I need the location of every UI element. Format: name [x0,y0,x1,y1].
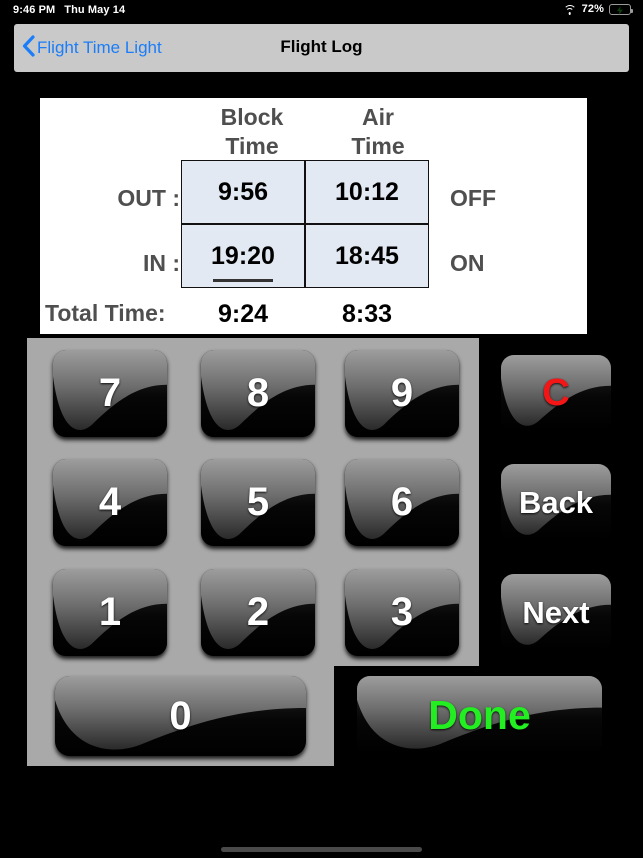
side-label-off: OFF [450,185,496,211]
cell-in-block-time-value: 19:20 [211,241,275,282]
page-title: Flight Log [280,37,363,56]
row-label-out: OUT : [117,185,180,211]
status-bar: 9:46 PM Thu May 14 72% [0,0,643,22]
key-0-label: 0 [169,693,192,738]
home-indicator [221,847,422,852]
next-key-button[interactable]: Next [501,574,611,651]
cell-out-air-time[interactable]: 10:12 [305,160,429,224]
total-block-time-value: 9:24 [217,300,269,328]
cell-out-block-time-value: 9:56 [217,177,269,206]
status-bar-left: 9:46 PM Thu May 14 [13,4,125,17]
battery-percent-label: 72% [581,3,604,15]
clear-button-label: C [542,372,570,414]
column-header-air-time-line2: Time [351,133,405,159]
battery-charging-icon [609,4,633,15]
key-3[interactable]: 3 [345,569,459,656]
column-header-block-time-line2: Time [225,133,279,159]
flight-times-table: Block Time Air Time OUT : IN : 9:56 10:1… [40,98,587,334]
key-2[interactable]: 2 [201,569,315,656]
key-9-label: 9 [390,371,414,415]
done-button[interactable]: Done [357,676,602,755]
row-label-in: IN : [142,250,180,276]
side-label-on: ON [450,250,485,276]
cell-out-air-time-value: 10:12 [335,177,399,206]
status-date: Thu May 14 [64,4,126,16]
clear-button[interactable]: C [501,355,611,432]
done-button-label: Done [428,692,531,738]
key-8-label: 8 [246,371,270,415]
key-9[interactable]: 9 [345,350,459,437]
key-6[interactable]: 6 [345,459,459,546]
key-1-label: 1 [98,590,122,634]
column-header-block-time: Block Time [182,103,322,161]
key-7-label: 7 [98,371,122,415]
cell-out-block-time[interactable]: 9:56 [181,160,305,224]
key-4[interactable]: 4 [53,459,167,546]
back-key-button[interactable]: Back [501,464,611,541]
app-screen: 9:46 PM Thu May 14 72% Flight Time Light… [0,0,643,858]
key-5-label: 5 [246,480,270,524]
key-5[interactable]: 5 [201,459,315,546]
wifi-icon [563,4,577,15]
navigation-bar: Flight Time Light Flight Log [14,24,629,72]
status-time: 9:46 PM [13,4,56,16]
back-key-button-label: Back [518,484,594,520]
cell-in-air-time[interactable]: 18:45 [305,224,429,288]
key-7[interactable]: 7 [53,350,167,437]
column-header-air-time: Air Time [308,103,448,161]
cell-in-air-time-value: 18:45 [335,241,399,270]
key-4-label: 4 [98,480,122,524]
key-0[interactable]: 0 [55,676,306,756]
key-2-label: 2 [246,590,270,634]
cell-in-block-time[interactable]: 19:20 [181,224,305,288]
column-header-block-time-line1: Block [220,104,284,130]
key-3-label: 3 [390,590,414,634]
key-1[interactable]: 1 [53,569,167,656]
status-bar-right: 72% [563,3,633,16]
total-air-time-value: 8:33 [341,300,393,328]
next-key-button-label: Next [522,594,590,630]
key-6-label: 6 [390,480,414,524]
key-8[interactable]: 8 [201,350,315,437]
flight-times-card: Block Time Air Time OUT : IN : 9:56 10:1… [40,98,587,334]
column-header-air-time-line1: Air [362,104,394,130]
